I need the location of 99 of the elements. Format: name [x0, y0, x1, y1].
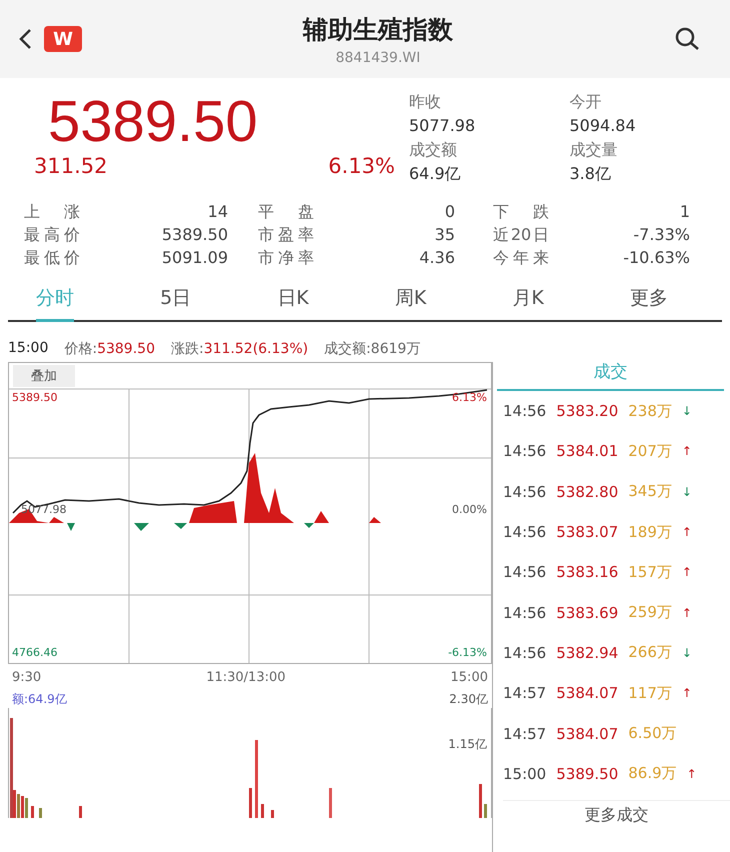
trade-time: 14:56: [503, 482, 546, 501]
stat-label: 今年来: [493, 248, 549, 269]
stat-label: 今开: [570, 91, 602, 113]
trade-price: 5384.07: [556, 684, 618, 702]
trade-price: 5382.94: [556, 644, 618, 662]
index-title: 辅助生殖指数: [303, 14, 453, 46]
app-logo: W: [44, 26, 82, 52]
stat-label: 上涨: [24, 202, 80, 223]
stat-label: 成交量: [570, 139, 618, 161]
trade-price: 5382.80: [556, 482, 618, 501]
amount-label: 成交额:8619万: [324, 340, 420, 359]
trade-volume: 157万: [628, 562, 672, 582]
chart-tab[interactable]: 月K: [512, 283, 544, 322]
trade-price: 5383.69: [556, 604, 618, 622]
trade-price: 5383.07: [556, 523, 618, 542]
trend-arrow: ↑: [686, 766, 697, 781]
stat-value: 14: [208, 202, 228, 223]
trades-header: 成交: [497, 360, 724, 391]
trend-arrow: ↑: [682, 525, 692, 540]
search-icon[interactable]: [674, 26, 700, 52]
trend-arrow: ↓: [682, 404, 692, 418]
trade-volume: 189万: [628, 522, 672, 542]
time-label: 15:00: [8, 340, 48, 358]
index-code: 8841439.WI: [336, 50, 420, 66]
axis-label: -6.13%: [448, 646, 487, 659]
axis-label: 2.30亿: [449, 691, 488, 708]
stat-value: 5091.09: [162, 248, 228, 269]
more-trades-button[interactable]: 更多成交: [503, 800, 730, 830]
stat-value: 35: [434, 225, 455, 246]
stat-label: 平盘: [258, 202, 314, 223]
trade-time: 14:56: [503, 442, 546, 460]
stat-value: 0: [444, 202, 455, 223]
volume-label: 额:64.9亿: [12, 691, 67, 708]
time-axis-label: 9:30: [12, 670, 42, 685]
axis-label: 4766.46: [12, 646, 58, 659]
chart-tab[interactable]: 日K: [277, 283, 309, 322]
stat-label: 市盈率: [258, 225, 314, 246]
trade-time: 14:56: [503, 563, 546, 582]
overlay-button[interactable]: 叠加: [13, 365, 75, 387]
trend-arrow: ↑: [682, 444, 692, 458]
trade-volume: 207万: [628, 442, 672, 461]
stat-label: 最低价: [24, 248, 80, 269]
trade-time: 14:57: [503, 724, 546, 743]
chart-tab[interactable]: 5日: [160, 283, 192, 322]
trade-volume: 117万: [628, 684, 672, 703]
time-axis-label: 11:30/13:00: [206, 670, 286, 685]
change-value: 311.52(6.13%): [204, 341, 308, 357]
trade-price: 5384.07: [556, 724, 618, 743]
trade-price: 5384.01: [556, 442, 618, 460]
axis-label: 5077.98: [21, 503, 66, 516]
stat-label: 成交额: [409, 139, 458, 161]
trend-arrow: ↓: [682, 646, 692, 660]
last-price: 5389.50: [47, 90, 259, 154]
axis-label: 5389.50: [12, 391, 58, 404]
trade-volume: 6.50万: [628, 724, 677, 744]
stat-value: 5389.50: [162, 225, 228, 246]
stat-value: 3.8亿: [570, 163, 612, 185]
trend-arrow: ↑: [682, 686, 692, 700]
trade-time: 14:56: [503, 604, 546, 622]
back-icon[interactable]: [18, 28, 32, 50]
stat-value: 5077.98: [409, 115, 476, 137]
trend-arrow: ↓: [682, 484, 692, 499]
time-axis-label: 15:00: [450, 670, 488, 685]
axis-label: 0.00%: [452, 503, 487, 516]
trade-volume: 238万: [628, 402, 672, 421]
trade-time: 15:00: [503, 764, 546, 783]
axis-label: 1.15亿: [448, 736, 487, 753]
trade-volume: 266万: [628, 643, 672, 662]
trade-time: 14:56: [503, 402, 546, 420]
stat-value: 5094.84: [570, 115, 637, 137]
trade-time: 14:56: [503, 523, 546, 542]
stat-label: 近20日: [493, 225, 549, 246]
trade-price: 5383.20: [556, 402, 618, 420]
stat-label: 市净率: [258, 248, 314, 269]
stat-label: 下跌: [493, 202, 549, 223]
price-label: 价格:: [64, 341, 98, 357]
stat-value: -10.63%: [623, 248, 690, 269]
axis-label: 6.13%: [452, 391, 487, 404]
stat-value: 64.9亿: [409, 163, 462, 185]
trade-volume: 345万: [628, 482, 672, 502]
stat-value: -7.33%: [633, 225, 690, 246]
chart-tab[interactable]: 更多: [630, 283, 668, 322]
change-label: 涨跌:: [170, 341, 204, 357]
trade-price: 5389.50: [556, 764, 618, 783]
trade-volume: 86.9万: [628, 764, 677, 784]
stat-label: 昨收: [409, 91, 442, 113]
percent-change: 6.13%: [328, 154, 395, 178]
trade-time: 14:57: [503, 684, 546, 702]
price-value: 5389.50: [97, 341, 155, 357]
trend-arrow: ↑: [682, 565, 692, 580]
chart-tab[interactable]: 周K: [394, 283, 426, 322]
trade-volume: 259万: [628, 603, 672, 622]
price-change: 311.52: [34, 154, 108, 178]
trade-price: 5383.16: [556, 563, 618, 582]
trend-arrow: ↑: [682, 606, 692, 620]
stat-value: 1: [680, 202, 690, 223]
stat-label: 最高价: [24, 225, 80, 246]
trade-time: 14:56: [503, 644, 546, 662]
stat-value: 4.36: [419, 248, 455, 269]
